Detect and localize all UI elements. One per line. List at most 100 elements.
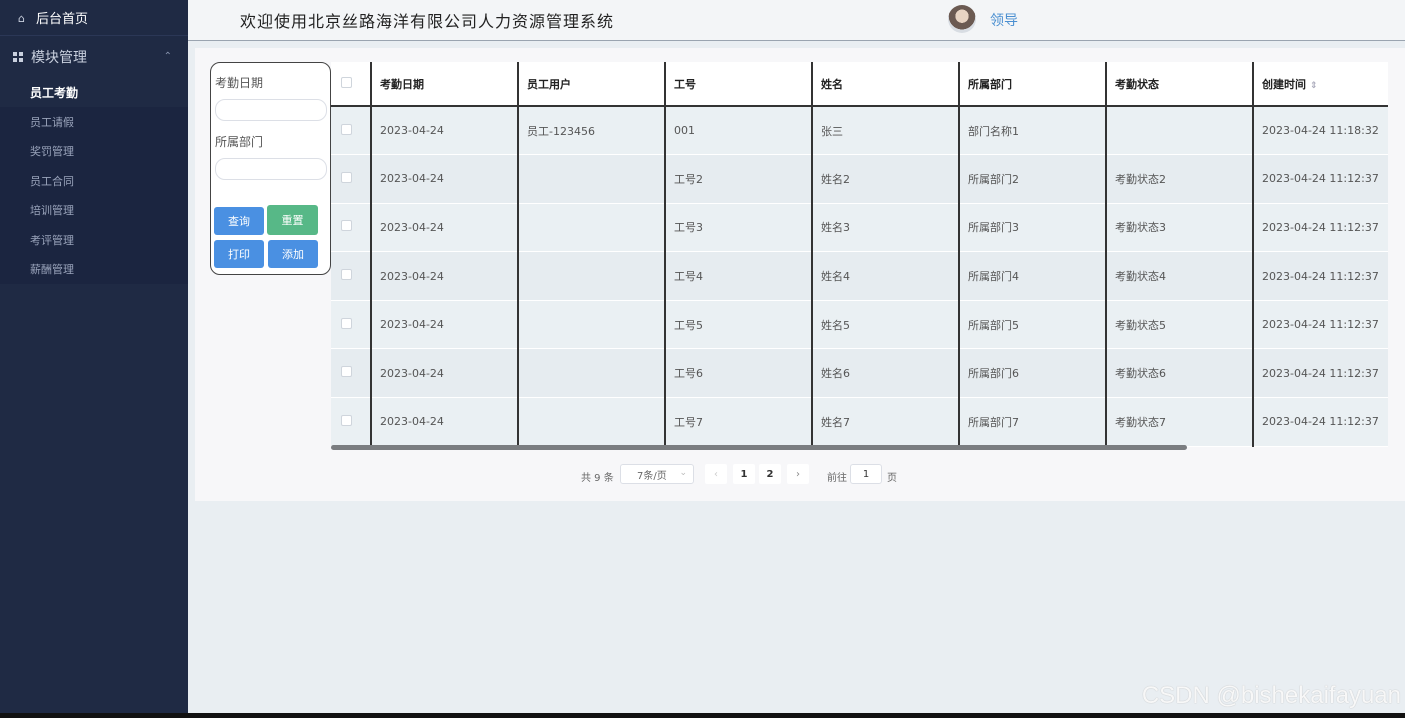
filter-box: 考勤日期 所属部门 查询 重置 打印 添加 (210, 62, 331, 275)
table-cell: 姓名2 (812, 154, 960, 204)
table-cell: 姓名6 (812, 348, 960, 399)
chevron-up-icon: ⌃ (163, 51, 172, 62)
table-cell: 所属部门2 (959, 154, 1107, 204)
col-header: 所属部门 (959, 62, 1107, 107)
table-cell: 考勤状态6 (1106, 348, 1254, 399)
row-checkbox[interactable] (341, 269, 352, 281)
row-checkbox-cell (331, 348, 372, 399)
row-checkbox-cell (331, 106, 372, 156)
table-cell: 2023-04-24 (371, 348, 519, 399)
sort-icon[interactable]: ⇕ (1310, 81, 1318, 91)
page-size-value: 7条/页 (637, 470, 667, 482)
row-checkbox[interactable] (341, 171, 352, 183)
sidebar-module-header[interactable]: 模块管理 ⌃ (0, 36, 188, 78)
table-row[interactable]: 2023-04-24 工号3 姓名3 所属部门3 考勤状态3 2023-04-24 11:… (331, 203, 1388, 253)
table-cell: 001 (665, 106, 813, 156)
bottom-bar (0, 713, 1405, 718)
query-button[interactable]: 查询 (214, 207, 264, 235)
page-title: 欢迎使用北京丝路海洋有限公司人力资源管理系统 (240, 12, 615, 31)
table-cell: 考勤状态3 (1106, 203, 1254, 253)
table-cell: 工号2 (665, 154, 813, 204)
col-header-label: 创建时间 (1262, 77, 1306, 91)
table-cell: 张三 (812, 106, 960, 156)
table-cell (518, 251, 666, 301)
row-checkbox[interactable] (341, 317, 352, 329)
table-cell: 2023-04-24 11:12:37 (1253, 348, 1388, 399)
table-row[interactable]: 2023-04-24 工号4 姓名4 所属部门4 考勤状态4 2023-04-24 11:… (331, 251, 1388, 301)
page-2-button[interactable]: 2 (759, 464, 781, 484)
table-cell: 姓名3 (812, 203, 960, 253)
date-label: 考勤日期 (215, 76, 264, 90)
table-cell: 2023-04-24 (371, 106, 519, 156)
main-panel: 考勤日期 所属部门 查询 重置 打印 添加 考勤日期 员工用户 工号 姓名 所属… (195, 48, 1405, 501)
table-row[interactable]: 2023-04-24 工号2 姓名2 所属部门2 考勤状态2 2023-04-24 11:… (331, 154, 1388, 204)
sidebar-item-rewards[interactable]: 奖罚管理 (0, 137, 188, 166)
next-page-button[interactable]: › (787, 464, 809, 484)
row-checkbox-cell (331, 154, 372, 204)
table-header-row: 考勤日期 员工用户 工号 姓名 所属部门 考勤状态 创建时间 ⇕ (331, 62, 1388, 107)
sidebar-item-leave[interactable]: 员工请假 (0, 107, 188, 136)
avatar[interactable] (948, 5, 976, 33)
col-header-created[interactable]: 创建时间 ⇕ (1253, 62, 1388, 107)
table-cell: 工号6 (665, 348, 813, 399)
sidebar-item-contracts[interactable]: 员工合同 (0, 166, 188, 195)
attendance-table: 考勤日期 员工用户 工号 姓名 所属部门 考勤状态 创建时间 ⇕ 2023-04-… (331, 62, 1388, 453)
chevron-down-icon: ⌄ (679, 468, 687, 478)
goto-page-input[interactable]: 1 (850, 464, 882, 484)
table-cell: 姓名5 (812, 300, 960, 350)
select-all-cell (331, 62, 372, 107)
goto-label: 前往 (827, 473, 847, 484)
table-cell (518, 348, 666, 399)
date-input[interactable] (215, 99, 327, 121)
table-row[interactable]: 2023-04-24 工号7 姓名7 所属部门7 考勤状态7 2023-04-24 11:… (331, 397, 1388, 447)
reset-button[interactable]: 重置 (267, 205, 318, 235)
user-name[interactable]: 领导 (990, 10, 1018, 30)
table-cell (518, 203, 666, 253)
table-cell: 所属部门7 (959, 397, 1107, 447)
sidebar-item-evaluation[interactable]: 考评管理 (0, 225, 188, 254)
table-row[interactable]: 2023-04-24 员工-123456 001 张三 部门名称1 2023-04-24 … (331, 106, 1388, 156)
table-cell: 2023-04-24 (371, 300, 519, 350)
horizontal-scrollbar[interactable] (331, 445, 1187, 450)
table-cell: 考勤状态5 (1106, 300, 1254, 350)
table-cell: 部门名称1 (959, 106, 1107, 156)
table-cell: 姓名4 (812, 251, 960, 301)
sidebar-item-training[interactable]: 培训管理 (0, 196, 188, 225)
table-cell: 工号3 (665, 203, 813, 253)
sidebar-home-item[interactable]: ⌂ 后台首页 (0, 0, 188, 36)
dept-label: 所属部门 (215, 135, 264, 149)
row-checkbox[interactable] (341, 123, 352, 135)
page-1-button[interactable]: 1 (733, 464, 755, 484)
sidebar-item-attendance[interactable]: 员工考勤 (0, 78, 188, 108)
table-cell: 员工-123456 (518, 106, 666, 156)
table-cell: 2023-04-24 11:12:37 (1253, 251, 1388, 301)
print-button[interactable]: 打印 (214, 240, 264, 268)
select-all-checkbox[interactable] (341, 76, 352, 88)
row-checkbox-cell (331, 300, 372, 350)
table-row[interactable]: 2023-04-24 工号5 姓名5 所属部门5 考勤状态5 2023-04-24 11:… (331, 300, 1388, 350)
row-checkbox[interactable] (341, 414, 352, 426)
table-cell: 所属部门3 (959, 203, 1107, 253)
add-button[interactable]: 添加 (268, 240, 318, 268)
row-checkbox-cell (331, 251, 372, 301)
row-checkbox[interactable] (341, 366, 352, 378)
col-header: 员工用户 (518, 62, 666, 107)
prev-page-button[interactable]: ‹ (705, 464, 727, 484)
page-size-select[interactable]: 7条/页 ⌄ (620, 464, 694, 484)
sidebar-item-salary[interactable]: 薪酬管理 (0, 254, 188, 283)
table-cell: 2023-04-24 (371, 203, 519, 253)
col-header: 工号 (665, 62, 813, 107)
dept-input[interactable] (215, 158, 327, 180)
home-icon: ⌂ (18, 11, 25, 25)
table-cell: 所属部门6 (959, 348, 1107, 399)
header: 欢迎使用北京丝路海洋有限公司人力资源管理系统 领导 (188, 0, 1405, 41)
table-row[interactable]: 2023-04-24 工号6 姓名6 所属部门6 考勤状态6 2023-04-24 11:… (331, 348, 1388, 399)
table-cell (518, 397, 666, 447)
watermark: CSDN @bishekaifayuan (1141, 682, 1401, 709)
table-cell: 2023-04-24 (371, 154, 519, 204)
row-checkbox[interactable] (341, 220, 352, 232)
row-checkbox-cell (331, 397, 372, 447)
table-cell: 2023-04-24 (371, 251, 519, 301)
table-cell: 2023-04-24 11:12:37 (1253, 154, 1388, 204)
col-header: 考勤日期 (371, 62, 519, 107)
